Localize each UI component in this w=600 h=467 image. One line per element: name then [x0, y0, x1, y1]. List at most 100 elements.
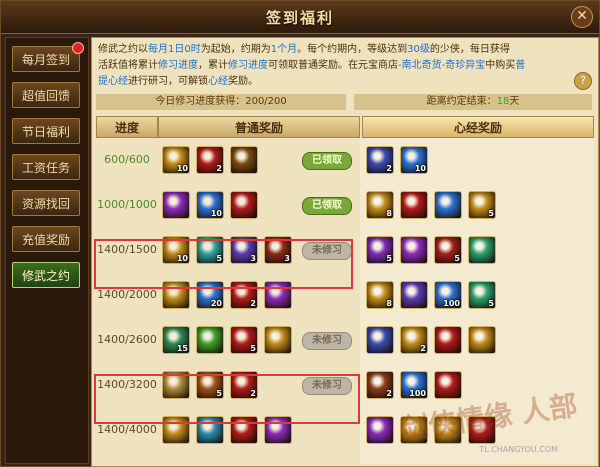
reward-item-icon[interactable]: 5 — [434, 236, 462, 264]
item-quantity: 2 — [420, 344, 426, 353]
reward-item-icon[interactable] — [264, 416, 292, 444]
reward-item-icon[interactable] — [230, 416, 258, 444]
reward-item-icon[interactable]: 10 — [162, 236, 190, 264]
reward-item-icon[interactable]: 100 — [400, 371, 428, 399]
reward-item-icon[interactable]: 5 — [468, 191, 496, 219]
nav-item-label: 每月签到 — [21, 53, 70, 67]
reward-item-icon[interactable]: 5 — [366, 236, 394, 264]
reward-item-icon[interactable]: 5 — [196, 371, 224, 399]
reward-item-icon[interactable] — [162, 416, 190, 444]
item-quantity: 10 — [210, 209, 222, 218]
reward-item-icon[interactable]: 3 — [230, 236, 258, 264]
nav-item-3[interactable]: 工资任务 — [12, 154, 80, 180]
item-quantity: 2 — [386, 164, 392, 173]
help-icon[interactable]: ? — [574, 72, 592, 90]
reward-item-icon[interactable]: 100 — [434, 281, 462, 309]
reward-row: 1000/1000 10 8 5 已领取 — [96, 185, 594, 225]
reward-item-icon[interactable] — [264, 281, 292, 309]
reward-item-icon[interactable]: 10 — [400, 146, 428, 174]
nav-item-1[interactable]: 超值回馈 — [12, 82, 80, 108]
nav-item-5[interactable]: 充值奖励 — [12, 226, 80, 252]
content-panel: 修武之约以每月1日0时为起始，约期为1个月。每个约期内，等级达到30级的少侠，每… — [91, 37, 599, 467]
nav-item-label: 修武之约 — [21, 269, 70, 283]
item-quantity: 3 — [284, 254, 290, 263]
progress-requirement: 1400/2600 — [97, 333, 157, 346]
reward-item-icon[interactable]: 5 — [230, 326, 258, 354]
reward-item-icon[interactable] — [162, 281, 190, 309]
reward-item-icon[interactable] — [400, 191, 428, 219]
reward-row: 1400/1500 10 5 3 3 5 5 未修习 — [96, 230, 594, 270]
nav-item-label: 充值奖励 — [21, 233, 70, 247]
reward-item-icon[interactable] — [366, 416, 394, 444]
reward-row: 1400/2600 15 5 2 未修习 — [96, 320, 594, 360]
title-bar: 签到福利 ✕ — [1, 1, 599, 34]
reward-item-icon[interactable] — [434, 371, 462, 399]
reward-item-icon[interactable] — [162, 371, 190, 399]
reward-item-icon[interactable] — [400, 236, 428, 264]
reward-item-icon[interactable] — [366, 326, 394, 354]
close-icon[interactable]: ✕ — [571, 6, 593, 28]
nav-item-label: 超值回馈 — [21, 89, 70, 103]
welfare-window: 签到福利 ✕ 每月签到超值回馈节日福利工资任务资源找回充值奖励修武之约 修武之约… — [0, 0, 600, 467]
sidebar: 每月签到超值回馈节日福利工资任务资源找回充值奖励修武之约 — [5, 37, 89, 464]
reward-item-icon[interactable]: 5 — [468, 281, 496, 309]
reward-item-icon[interactable]: 10 — [196, 191, 224, 219]
nav-item-2[interactable]: 节日福利 — [12, 118, 80, 144]
expiry-countdown: 距离约定结束：18天 — [354, 94, 592, 110]
reward-item-icon[interactable]: 8 — [366, 281, 394, 309]
reward-item-icon[interactable]: 20 — [196, 281, 224, 309]
progress-requirement: 1400/2000 — [97, 288, 157, 301]
window-title: 签到福利 — [265, 9, 334, 27]
not-studied-badge: 未修习 — [302, 332, 352, 350]
item-quantity: 5 — [488, 299, 494, 308]
item-quantity: 100 — [443, 299, 460, 308]
claimed-badge: 已领取 — [302, 152, 352, 170]
claimed-badge: 已领取 — [302, 197, 352, 215]
reward-item-icon[interactable] — [196, 326, 224, 354]
reward-item-icon[interactable] — [162, 191, 190, 219]
reward-item-icon[interactable] — [434, 191, 462, 219]
item-quantity: 2 — [216, 164, 222, 173]
reward-item-icon[interactable]: 2 — [230, 371, 258, 399]
notification-dot-icon — [72, 42, 84, 54]
item-quantity: 8 — [386, 209, 392, 218]
nav-item-6[interactable]: 修武之约 — [12, 262, 80, 288]
item-quantity: 5 — [454, 254, 460, 263]
reward-item-icon[interactable]: 15 — [162, 326, 190, 354]
progress-requirement: 1000/1000 — [97, 198, 157, 211]
not-studied-badge: 未修习 — [302, 242, 352, 260]
reward-item-icon[interactable]: 2 — [366, 146, 394, 174]
item-quantity: 2 — [250, 389, 256, 398]
item-quantity: 5 — [216, 389, 222, 398]
reward-item-icon[interactable] — [434, 326, 462, 354]
description-text: 修武之约以每月1日0时为起始，约期为1个月。每个约期内，等级达到30级的少侠，每… — [98, 44, 526, 87]
reward-item-icon[interactable]: 2 — [400, 326, 428, 354]
reward-item-icon[interactable] — [468, 326, 496, 354]
item-quantity: 8 — [386, 299, 392, 308]
item-quantity: 5 — [216, 254, 222, 263]
reward-item-icon[interactable]: 2 — [196, 146, 224, 174]
reward-item-icon[interactable]: 3 — [264, 236, 292, 264]
reward-row: 1400/2000 20 2 8 100 5 — [96, 275, 594, 315]
reward-item-icon[interactable]: 2 — [230, 281, 258, 309]
item-quantity: 20 — [210, 299, 222, 308]
item-quantity: 2 — [250, 299, 256, 308]
reward-item-icon[interactable] — [264, 326, 292, 354]
reward-item-icon[interactable] — [196, 416, 224, 444]
reward-item-icon[interactable]: 5 — [196, 236, 224, 264]
reward-item-icon[interactable] — [230, 146, 258, 174]
reward-item-icon[interactable] — [468, 236, 496, 264]
item-quantity: 5 — [386, 254, 392, 263]
header-progress: 进度 — [96, 116, 158, 138]
item-quantity: 3 — [250, 254, 256, 263]
reward-item-icon[interactable]: 8 — [366, 191, 394, 219]
reward-item-icon[interactable]: 2 — [366, 371, 394, 399]
nav-item-4[interactable]: 资源找回 — [12, 190, 80, 216]
nav-item-0[interactable]: 每月签到 — [12, 42, 84, 72]
reward-item-icon[interactable] — [230, 191, 258, 219]
nav-item-label: 资源找回 — [21, 197, 70, 211]
reward-item-icon[interactable]: 10 — [162, 146, 190, 174]
reward-item-icon[interactable] — [400, 281, 428, 309]
nav-item-label: 节日福利 — [21, 125, 70, 139]
item-quantity: 100 — [409, 389, 426, 398]
